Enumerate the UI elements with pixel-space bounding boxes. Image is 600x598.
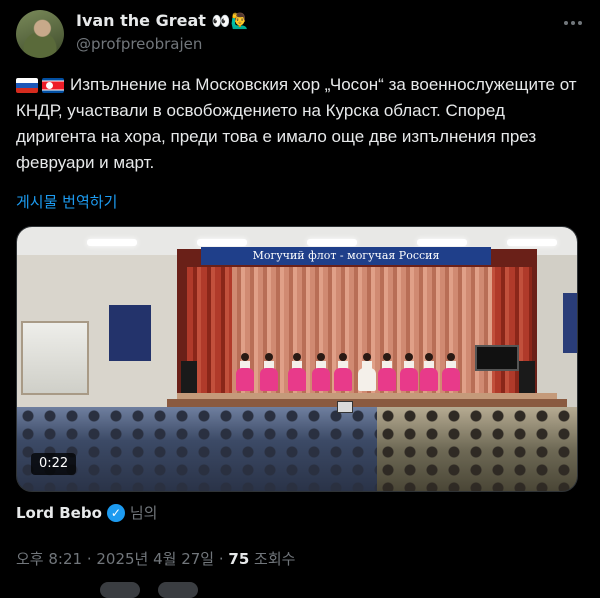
credit-user-name[interactable]: Lord Bebo xyxy=(16,504,102,522)
phone xyxy=(337,401,353,413)
video-player[interactable]: Могучий флот - могучая Россия 0:22 xyxy=(16,226,578,492)
speaker xyxy=(181,361,197,393)
verified-badge-icon: ✓ xyxy=(106,503,125,522)
more-options-icon[interactable] xyxy=(562,13,584,33)
author-name-row: Ivan the Great 👀🙋‍♂️ xyxy=(76,11,249,30)
singer xyxy=(333,353,353,391)
video-credit: Lord Bebo ✓ 님의 xyxy=(16,502,157,523)
singer xyxy=(441,353,461,391)
speaker xyxy=(519,361,535,393)
singer xyxy=(287,353,307,391)
singer xyxy=(235,353,255,391)
flags xyxy=(16,78,64,93)
russia-flag-icon xyxy=(16,78,38,93)
post-text: Изпълнение на Московския хор „Чосон“ за … xyxy=(16,72,584,176)
post-body: Изпълнение на Московския хор „Чосон“ за … xyxy=(16,75,577,172)
singer xyxy=(311,353,331,391)
action-stub xyxy=(100,582,140,598)
views-label: 조회수 xyxy=(249,550,296,568)
action-bar-partial xyxy=(100,582,198,598)
author-handle[interactable]: @profpreobrajen xyxy=(76,35,202,53)
video-duration-badge: 0:22 xyxy=(31,453,77,475)
translate-post-link[interactable]: 게시물 번역하기 xyxy=(16,191,117,212)
singer xyxy=(377,353,397,391)
singer xyxy=(259,353,279,391)
north-korea-flag-icon xyxy=(42,78,64,93)
singer xyxy=(419,353,439,391)
audience xyxy=(377,407,577,491)
singer xyxy=(357,353,377,391)
stage-banner: Могучий флот - могучая Россия xyxy=(201,247,491,265)
post-header: Ivan the Great 👀🙋‍♂️ @profpreobrajen xyxy=(16,9,584,59)
tv-screen xyxy=(475,345,519,371)
action-stub xyxy=(158,582,198,598)
author-avatar[interactable] xyxy=(16,10,64,58)
credit-suffix: 님의 xyxy=(129,504,158,522)
poster xyxy=(563,293,577,353)
poster xyxy=(109,305,151,361)
post-timestamp[interactable]: 오후 8:21 · 2025년 4월 27일 · xyxy=(16,550,228,568)
author-display-name[interactable]: Ivan the Great xyxy=(76,11,206,30)
window xyxy=(21,321,89,395)
singer xyxy=(399,353,419,391)
views-count: 75 xyxy=(228,550,250,568)
author-name-emoji: 👀🙋‍♂️ xyxy=(211,11,250,30)
post-meta: 오후 8:21 · 2025년 4월 27일 · 75 조회수 xyxy=(16,548,295,569)
